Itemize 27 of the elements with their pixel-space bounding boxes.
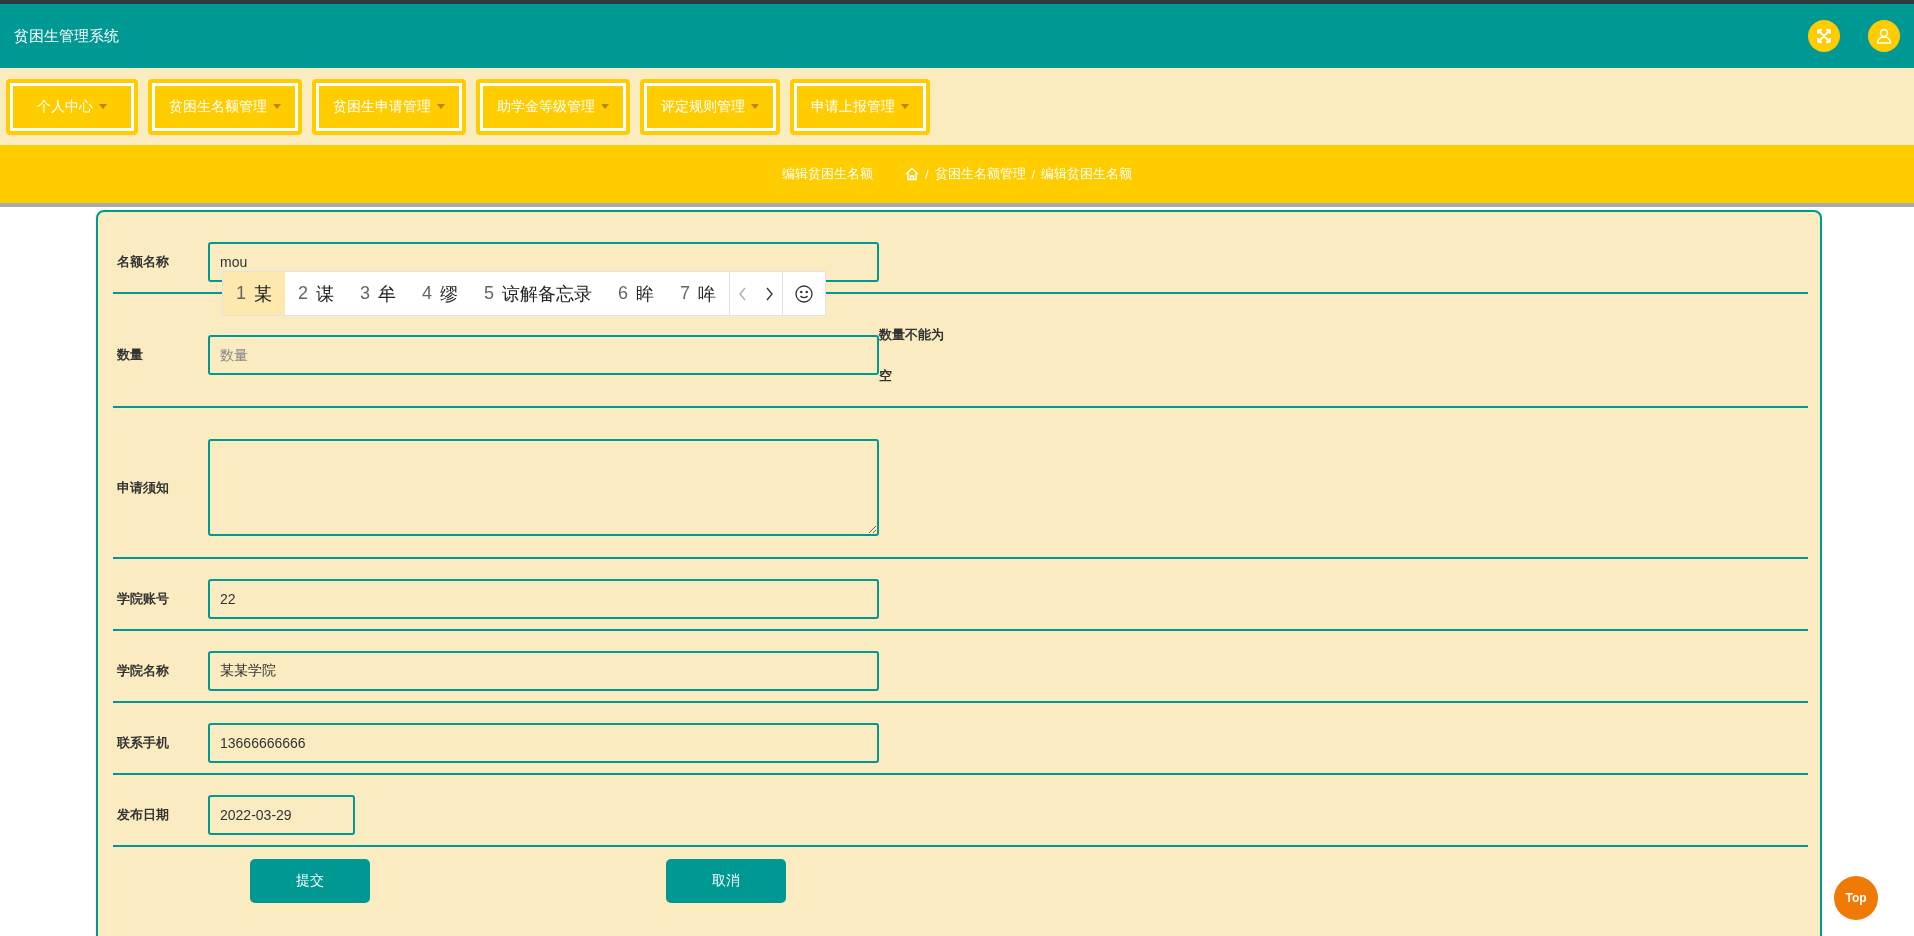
form-button[interactable]: 取消 [666, 859, 786, 903]
breadcrumb-separator: / [1031, 166, 1036, 182]
app-title: 贫困生管理系统 [14, 26, 120, 46]
input-field[interactable]: 22 [208, 579, 879, 619]
field-label: 名额名称 [116, 253, 170, 271]
field-label: 发布日期 [116, 806, 170, 824]
fullscreen-button[interactable] [1808, 20, 1840, 52]
input-field[interactable]: 某某学院 [208, 651, 879, 691]
date-field[interactable]: 2022-03-29 [208, 795, 355, 835]
text-area[interactable] [208, 439, 879, 536]
field-label: 数量 [116, 346, 144, 364]
ime-candidate[interactable]: 1 某 [223, 272, 285, 315]
field-label: 学院账号 [116, 590, 170, 608]
input-field[interactable]: 13666666666 [208, 723, 879, 763]
field-label: 申请须知 [116, 478, 170, 497]
error-message: 数量不能为空 [879, 326, 945, 385]
chevron-right-icon[interactable] [764, 286, 775, 301]
user-icon [1876, 28, 1892, 44]
input-field[interactable]: 数量 [208, 335, 879, 375]
fullscreen-icon [1816, 28, 1832, 44]
breadcrumb-separator: / [924, 166, 929, 182]
field-label: 学院名称 [116, 662, 170, 680]
user-button[interactable] [1868, 20, 1900, 52]
form-button[interactable]: 提交 [250, 859, 370, 903]
field-label: 联系手机 [116, 734, 170, 752]
smiley-icon[interactable] [795, 284, 814, 303]
page-title: 编辑贫困生名额 [781, 165, 873, 183]
